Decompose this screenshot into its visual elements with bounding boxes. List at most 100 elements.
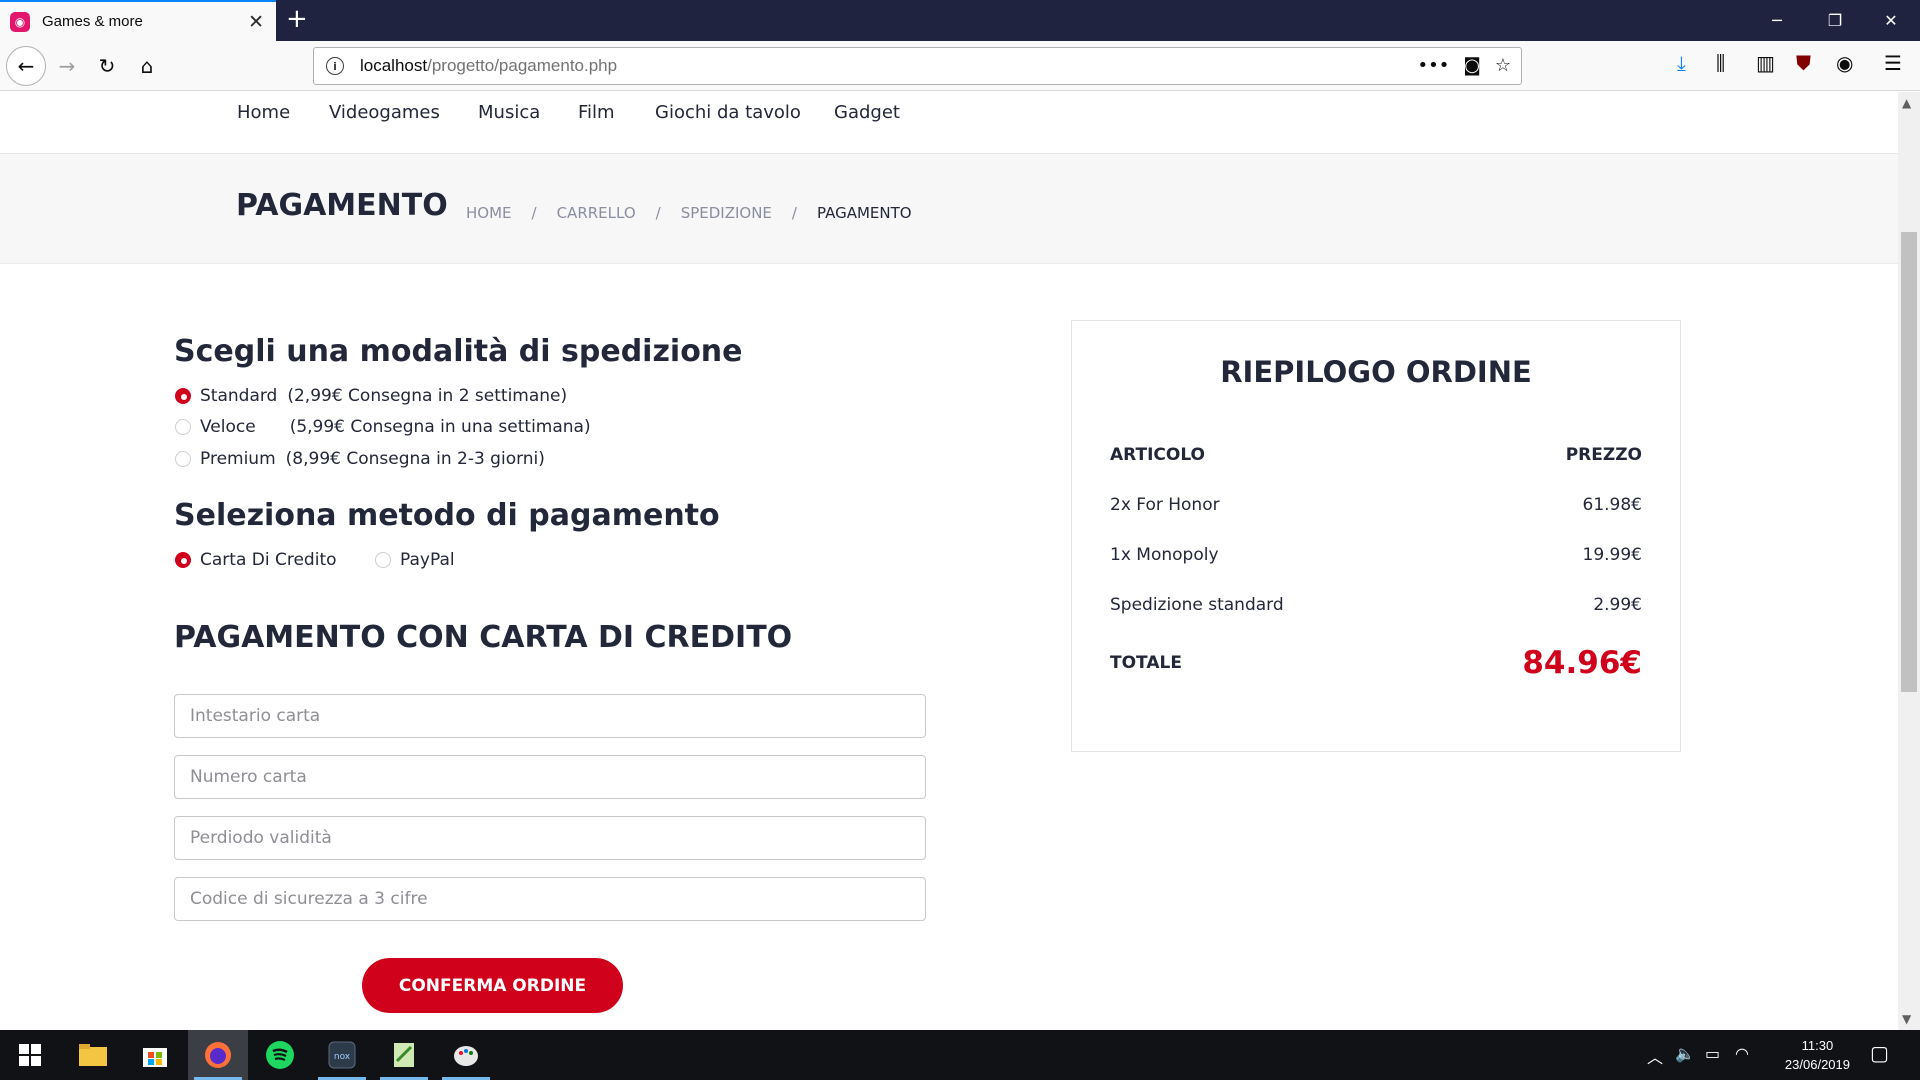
summary-item: 2x For Honor: [1110, 495, 1220, 515]
option-name: Standard: [200, 386, 278, 406]
nav-link-home[interactable]: Home: [237, 102, 290, 123]
tray-chevron-icon[interactable]: ︿: [1647, 1044, 1663, 1068]
shipping-option-standard[interactable]: Standard (2,99€ Consegna in 2 settimane): [175, 386, 567, 406]
card-holder-input[interactable]: [174, 694, 926, 738]
taskbar-file-explorer[interactable]: [63, 1030, 123, 1080]
confirm-order-button[interactable]: CONFERMA ORDINE: [362, 958, 623, 1013]
new-tab-icon[interactable]: +: [286, 4, 308, 34]
menu-icon[interactable]: ☰: [1884, 51, 1902, 75]
scroll-down-icon[interactable]: ▼: [1902, 1012, 1911, 1026]
scroll-up-icon[interactable]: ▲: [1902, 96, 1911, 110]
store-icon: [143, 1048, 167, 1067]
nav-link-musica[interactable]: Musica: [478, 102, 540, 123]
windows-logo-icon: [19, 1044, 41, 1066]
folder-icon: [79, 1044, 107, 1066]
radio-paypal[interactable]: [375, 552, 391, 568]
browser-tab-active[interactable]: ◉ Games & more ✕: [0, 0, 276, 41]
summary-item: 1x Monopoly: [1110, 545, 1219, 565]
summary-item: Spedizione standard: [1110, 595, 1284, 615]
summary-row: Spedizione standard 2.99€: [1110, 595, 1642, 615]
taskbar-clock[interactable]: 11:30 23/06/2019: [1785, 1036, 1850, 1074]
page-title: PAGAMENTO: [236, 188, 448, 223]
battery-icon[interactable]: ▭: [1705, 1044, 1720, 1063]
nox-player-icon: nox: [328, 1041, 356, 1069]
taskbar-paint[interactable]: [436, 1030, 496, 1080]
paint-icon: [454, 1046, 478, 1066]
bookmark-star-icon[interactable]: ☆: [1495, 55, 1511, 76]
firefox-icon: [205, 1042, 231, 1068]
site-info-icon[interactable]: i: [326, 57, 344, 75]
col-item-header: ARTICOLO: [1110, 445, 1206, 465]
minimize-icon[interactable]: ─: [1748, 0, 1806, 41]
radio-credit-card[interactable]: [175, 552, 191, 568]
url-text[interactable]: localhost/progetto/pagamento.php: [360, 56, 617, 76]
window-close-icon[interactable]: ✕: [1862, 0, 1920, 41]
radio-standard[interactable]: [175, 388, 191, 404]
forward-icon[interactable]: →: [50, 49, 84, 83]
radio-premium[interactable]: [175, 451, 191, 467]
nav-link-gadget[interactable]: Gadget: [834, 102, 900, 123]
total-value: 84.96€: [1522, 645, 1642, 681]
wifi-icon[interactable]: ◠: [1735, 1044, 1749, 1063]
card-cvv-input[interactable]: [174, 877, 926, 921]
breadcrumb: HOME / CARRELLO / SPEDIZIONE / PAGAMENTO: [466, 204, 912, 222]
shipping-heading: Scegli una modalità di spedizione: [174, 334, 743, 369]
option-name: Veloce: [200, 417, 256, 437]
ublock-icon[interactable]: ⛊: [1796, 51, 1811, 75]
shipping-option-premium[interactable]: Premium (8,99€ Consegna in 2-3 giorni): [175, 449, 545, 469]
payment-option-credit-card[interactable]: Carta Di Credito: [175, 550, 337, 570]
nav-link-film[interactable]: Film: [578, 102, 615, 123]
option-detail: (8,99€ Consegna in 2-3 giorni): [285, 449, 545, 469]
start-button[interactable]: [0, 1030, 60, 1080]
payment-option-paypal[interactable]: PayPal: [375, 550, 455, 570]
radio-veloce[interactable]: [175, 419, 191, 435]
page-scrollbar[interactable]: ▲ ▼: [1898, 92, 1920, 1030]
order-summary-panel: RIEPILOGO ORDINE ARTICOLO PREZZO 2x For …: [1071, 320, 1681, 752]
taskbar-store[interactable]: [125, 1030, 185, 1080]
nav-link-videogames[interactable]: Videogames: [329, 102, 440, 123]
clock-date: 23/06/2019: [1784, 1057, 1850, 1072]
spotify-icon: [266, 1041, 294, 1069]
notifications-icon[interactable]: ▢: [1870, 1041, 1889, 1065]
order-summary-heading: RIEPILOGO ORDINE: [1220, 355, 1532, 389]
site-main-nav: Home Videogames Musica Film Giochi da ta…: [0, 92, 1898, 154]
url-bar[interactable]: i localhost/progetto/pagamento.php ••• ◙…: [313, 47, 1522, 85]
breadcrumb-current: PAGAMENTO: [816, 204, 912, 222]
breadcrumb-home[interactable]: HOME: [466, 204, 512, 222]
card-number-input[interactable]: [174, 755, 926, 799]
breadcrumb-carrello[interactable]: CARRELLO: [557, 204, 636, 222]
option-detail: (5,99€ Consegna in una settimana): [289, 417, 591, 437]
taskbar-firefox[interactable]: [188, 1030, 248, 1080]
summary-price: 61.98€: [1582, 495, 1642, 515]
account-icon[interactable]: ◉: [1836, 51, 1853, 75]
sidebar-icon[interactable]: ▥: [1756, 51, 1775, 75]
reload-icon[interactable]: ↻: [90, 49, 124, 83]
back-icon[interactable]: ←: [6, 46, 46, 86]
summary-row: 2x For Honor 61.98€: [1110, 495, 1642, 515]
summary-price: 19.99€: [1582, 545, 1642, 565]
taskbar-spotify[interactable]: [250, 1030, 310, 1080]
nav-link-giochi-da-tavolo[interactable]: Giochi da tavolo: [655, 102, 801, 123]
taskbar-notepad[interactable]: [374, 1030, 434, 1080]
windows-taskbar: nox ︿ 🔈 ▭ ◠ 11:30 23/06/2019 ▢: [0, 1030, 1920, 1080]
shipping-option-veloce[interactable]: Veloce (5,99€ Consegna in una settimana): [175, 417, 591, 437]
restore-icon[interactable]: ❐: [1806, 0, 1864, 41]
breadcrumb-separator: /: [531, 204, 537, 222]
payment-heading: Seleziona metodo di pagamento: [174, 498, 720, 533]
taskbar-nox[interactable]: nox: [312, 1030, 372, 1080]
option-name: Premium: [200, 449, 276, 469]
scrollbar-thumb[interactable]: [1901, 232, 1917, 692]
summary-price: 2.99€: [1593, 595, 1642, 615]
home-icon[interactable]: ⌂: [130, 49, 164, 83]
download-icon[interactable]: ⤓: [1677, 51, 1686, 75]
breadcrumb-spedizione[interactable]: SPEDIZIONE: [681, 204, 772, 222]
volume-icon[interactable]: 🔈: [1675, 1044, 1695, 1063]
clock-time: 11:30: [1801, 1038, 1834, 1053]
page-actions-icon[interactable]: •••: [1418, 55, 1450, 76]
library-icon[interactable]: ⫼: [1716, 51, 1725, 75]
card-expiry-input[interactable]: [174, 816, 926, 860]
breadcrumb-separator: /: [791, 204, 797, 222]
pocket-icon[interactable]: ◙: [1463, 55, 1480, 76]
tab-close-icon[interactable]: ✕: [248, 11, 264, 33]
page-title-bar: PAGAMENTO HOME / CARRELLO / SPEDIZIONE /…: [0, 154, 1898, 264]
